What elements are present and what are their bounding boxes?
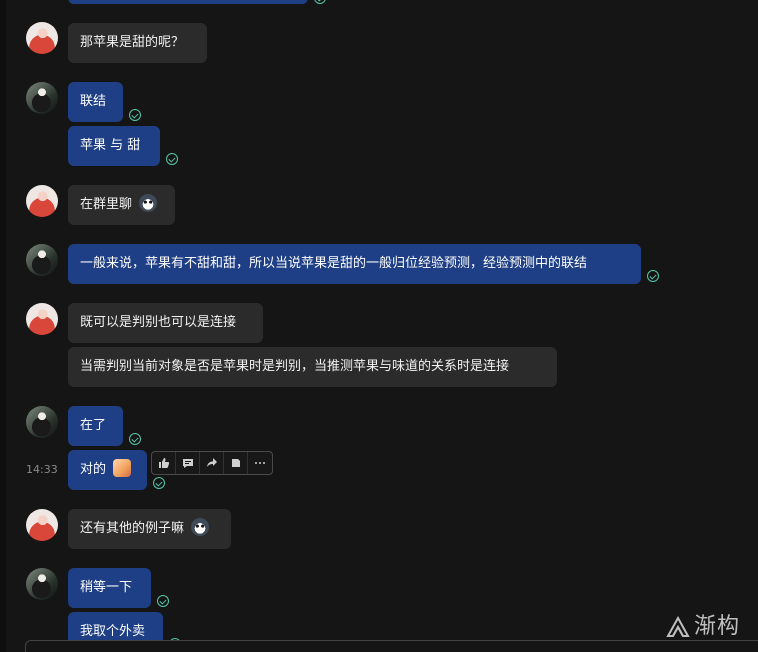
other-user-avatar[interactable] — [26, 303, 58, 335]
message-bubble-self[interactable]: 对的 — [68, 450, 147, 490]
message-text: 在群里聊 — [80, 197, 133, 212]
read-check-icon — [157, 595, 169, 607]
message-text: 那苹果是甜的呢？ — [80, 35, 185, 50]
read-check-icon — [166, 153, 178, 165]
message-text: 苹果 与 甜 — [80, 138, 141, 153]
message-action-toolbar — [151, 451, 273, 475]
message-bubble-other[interactable]: 既可以是判别也可以是连接 — [68, 303, 263, 343]
message-text: 我取个外卖 — [80, 624, 146, 639]
message-bubble-other[interactable]: 当需判别当前对象是否是苹果时是判别，当推测苹果与味道的关系时是连接 — [68, 347, 557, 387]
message-text: 当需判别当前对象是否是苹果时是判别，当推测苹果与味道的关系时是连接 — [80, 359, 510, 374]
message-text: 还有其他的例子嘛 — [80, 521, 185, 536]
more-icon[interactable] — [248, 452, 272, 474]
message-timestamp: 14:33 — [26, 463, 58, 476]
watermark-text: 渐构 — [694, 614, 741, 639]
share-icon[interactable] — [200, 452, 224, 474]
thumbs-up-emoji-icon — [113, 459, 132, 477]
left-edge — [0, 0, 6, 652]
read-check-icon — [129, 109, 141, 121]
message-text: 既可以是判别也可以是连接 — [80, 315, 237, 330]
current-user-avatar[interactable] — [26, 244, 58, 276]
read-check-icon — [647, 270, 659, 282]
message-bubble-self[interactable]: 一般来说，苹果有不甜和甜，所以当说苹果是甜的一般归位经验预测，经验预测中的联结 — [68, 244, 641, 284]
message-bubble-other[interactable]: 还有其他的例子嘛 — [68, 509, 231, 549]
read-check-icon — [129, 433, 141, 445]
message-text: 在了 — [80, 418, 107, 433]
previous-self-bubble — [68, 0, 308, 4]
message-text: 对的 — [80, 462, 107, 477]
message-bubble-self[interactable]: 联结 — [68, 82, 123, 122]
read-check-icon — [153, 477, 165, 489]
other-user-avatar[interactable] — [26, 185, 58, 217]
message-text: 联结 — [80, 94, 107, 109]
chat-window: 那苹果是甜的呢？ 联结 苹果 与 甜 在群里聊 一般来说，苹果有不甜和甜，所以当… — [0, 0, 758, 652]
watermark: 渐构 — [666, 612, 750, 642]
message-input-box[interactable] — [25, 640, 758, 652]
current-user-avatar[interactable] — [26, 568, 58, 600]
other-user-avatar[interactable] — [26, 509, 58, 541]
thumb-up-icon[interactable] — [152, 452, 176, 474]
sticker-icon[interactable] — [224, 452, 248, 474]
current-user-avatar[interactable] — [26, 82, 58, 114]
message-text: 一般来说，苹果有不甜和甜，所以当说苹果是甜的一般归位经验预测，经验预测中的联结 — [80, 256, 588, 271]
message-bubble-other[interactable]: 那苹果是甜的呢？ — [68, 23, 207, 63]
message-bubble-other[interactable]: 在群里聊 — [68, 185, 175, 225]
other-user-avatar[interactable] — [26, 22, 58, 54]
read-check-icon — [314, 0, 326, 4]
cat-emoji-icon — [191, 518, 210, 536]
current-user-avatar[interactable] — [26, 406, 58, 438]
message-bubble-self[interactable]: 稍等一下 — [68, 568, 151, 608]
comment-icon[interactable] — [176, 452, 200, 474]
message-bubble-self[interactable]: 苹果 与 甜 — [68, 126, 160, 166]
logo-icon — [666, 616, 690, 637]
message-bubble-self[interactable]: 在了 — [68, 406, 123, 446]
cat-emoji-icon — [139, 194, 158, 212]
message-text: 稍等一下 — [80, 580, 133, 595]
